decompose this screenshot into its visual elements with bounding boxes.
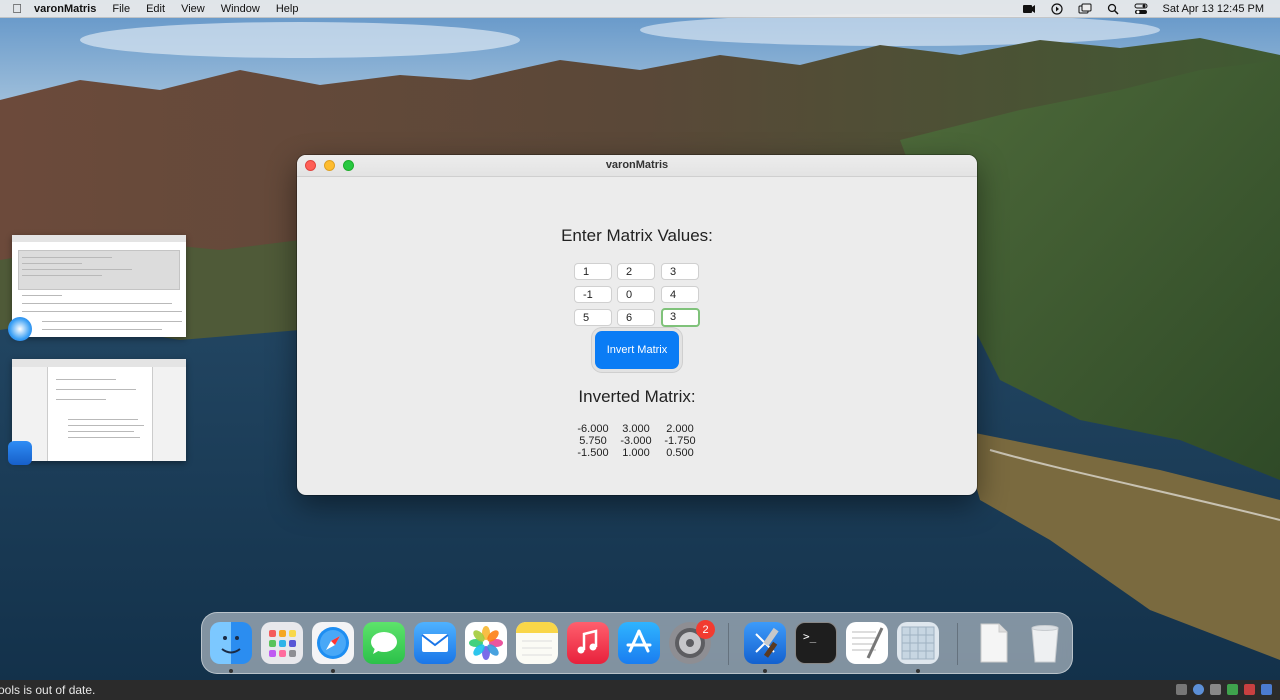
screen-record-icon[interactable]: [1022, 3, 1036, 15]
menu-window[interactable]: Window: [221, 3, 260, 15]
preview-icon[interactable]: [897, 622, 939, 664]
search-icon[interactable]: [1106, 3, 1120, 15]
host-status-bar: ools is out of date.: [0, 680, 1280, 700]
notification-badge: 2: [696, 620, 715, 639]
result-cell-r2c2: 0.500: [666, 447, 694, 459]
tray-usb-icon[interactable]: [1244, 684, 1255, 695]
matrix-input-r1c2[interactable]: 4: [661, 286, 699, 303]
result-cell-r2c1: 1.000: [622, 447, 650, 459]
matrix-input-r0c2[interactable]: 3: [661, 263, 699, 280]
window-switcher-icon[interactable]: [1078, 3, 1092, 15]
menu-clock[interactable]: Sat Apr 13 12:45 PM: [1162, 3, 1264, 15]
result-cell-r1c2: -1.750: [664, 435, 696, 447]
finder-running-dot: [229, 669, 233, 673]
matrix-input-r0c1[interactable]: 2: [617, 263, 655, 280]
preview-running-dot: [916, 669, 920, 673]
safari-running-dot: [331, 669, 335, 673]
finder-icon[interactable]: [210, 622, 252, 664]
mail-icon[interactable]: [414, 622, 456, 664]
safari-window-thumbnail[interactable]: [12, 235, 186, 337]
launchpad-icon[interactable]: [261, 622, 303, 664]
music-icon[interactable]: [567, 622, 609, 664]
dock-separator: [957, 623, 958, 665]
textedit-icon[interactable]: [846, 622, 888, 664]
dock: 2 >_: [201, 612, 1073, 674]
apple-icon[interactable]: : [0, 1, 34, 16]
matrix-input-r1c0[interactable]: -1: [574, 286, 612, 303]
result-cell-r1c1: -3.000: [620, 435, 652, 447]
safari-icon[interactable]: [312, 622, 354, 664]
window-content: Enter Matrix Values: 1 2 3 -1 0 4 5 6 3 …: [297, 177, 977, 495]
result-cell-r2c0: -1.500: [577, 447, 609, 459]
menu-bar:  varonMatris File Edit View Window Help…: [0, 0, 1280, 18]
window-title: varonMatris: [605, 159, 669, 171]
app-store-icon[interactable]: [618, 622, 660, 664]
matrix-input-r2c0[interactable]: 5: [574, 309, 612, 326]
tray-optical-icon[interactable]: [1193, 684, 1204, 695]
result-cell-r0c0: -6.000: [577, 423, 609, 435]
result-cell-r0c2: 2.000: [666, 423, 694, 435]
menu-file[interactable]: File: [112, 3, 130, 15]
matrix-input-r1c1[interactable]: 0: [617, 286, 655, 303]
xcode-window-thumbnail[interactable]: [12, 359, 186, 461]
window-titlebar[interactable]: varonMatris: [297, 155, 977, 177]
matrix-input-r0c0[interactable]: 1: [574, 263, 612, 280]
svg-text:>_: >_: [803, 630, 817, 643]
menu-app-name[interactable]: varonMatris: [34, 3, 96, 15]
system-tray: [1176, 684, 1272, 695]
messages-icon[interactable]: [363, 622, 405, 664]
photos-icon[interactable]: [465, 622, 507, 664]
result-cell-r0c1: 3.000: [622, 423, 650, 435]
tray-audio-icon[interactable]: [1210, 684, 1221, 695]
status-message: ools is out of date.: [0, 683, 96, 697]
notes-icon[interactable]: [516, 622, 558, 664]
matrix-input-r2c2[interactable]: 3: [661, 308, 700, 327]
xcode-running-dot: [763, 669, 767, 673]
xcode-icon[interactable]: [744, 622, 786, 664]
system-preferences-icon[interactable]: 2: [669, 620, 715, 664]
menu-edit[interactable]: Edit: [146, 3, 165, 15]
tray-network-icon[interactable]: [1227, 684, 1238, 695]
invert-matrix-button[interactable]: Invert Matrix: [595, 331, 679, 369]
control-center-icon[interactable]: [1134, 3, 1148, 15]
result-cell-r1c0: 5.750: [579, 435, 607, 447]
menu-extras: Sat Apr 13 12:45 PM: [1022, 3, 1280, 15]
enter-matrix-heading: Enter Matrix Values:: [561, 226, 713, 245]
document-icon[interactable]: [973, 622, 1015, 664]
menu-view[interactable]: View: [181, 3, 205, 15]
tray-hdd-icon[interactable]: [1176, 684, 1187, 695]
safari-icon: [8, 317, 32, 341]
trash-icon[interactable]: [1024, 622, 1066, 664]
app-window: varonMatris Enter Matrix Values: 1 2 3 -…: [297, 155, 977, 495]
dock-separator: [728, 623, 729, 665]
tray-shared-folder-icon[interactable]: [1261, 684, 1272, 695]
terminal-icon[interactable]: >_: [795, 622, 837, 664]
menu-help[interactable]: Help: [276, 3, 299, 15]
inverted-matrix-heading: Inverted Matrix:: [578, 387, 696, 406]
matrix-input-r2c1[interactable]: 6: [617, 309, 655, 326]
xcode-icon: [8, 441, 32, 465]
play-circle-icon[interactable]: [1050, 2, 1064, 15]
